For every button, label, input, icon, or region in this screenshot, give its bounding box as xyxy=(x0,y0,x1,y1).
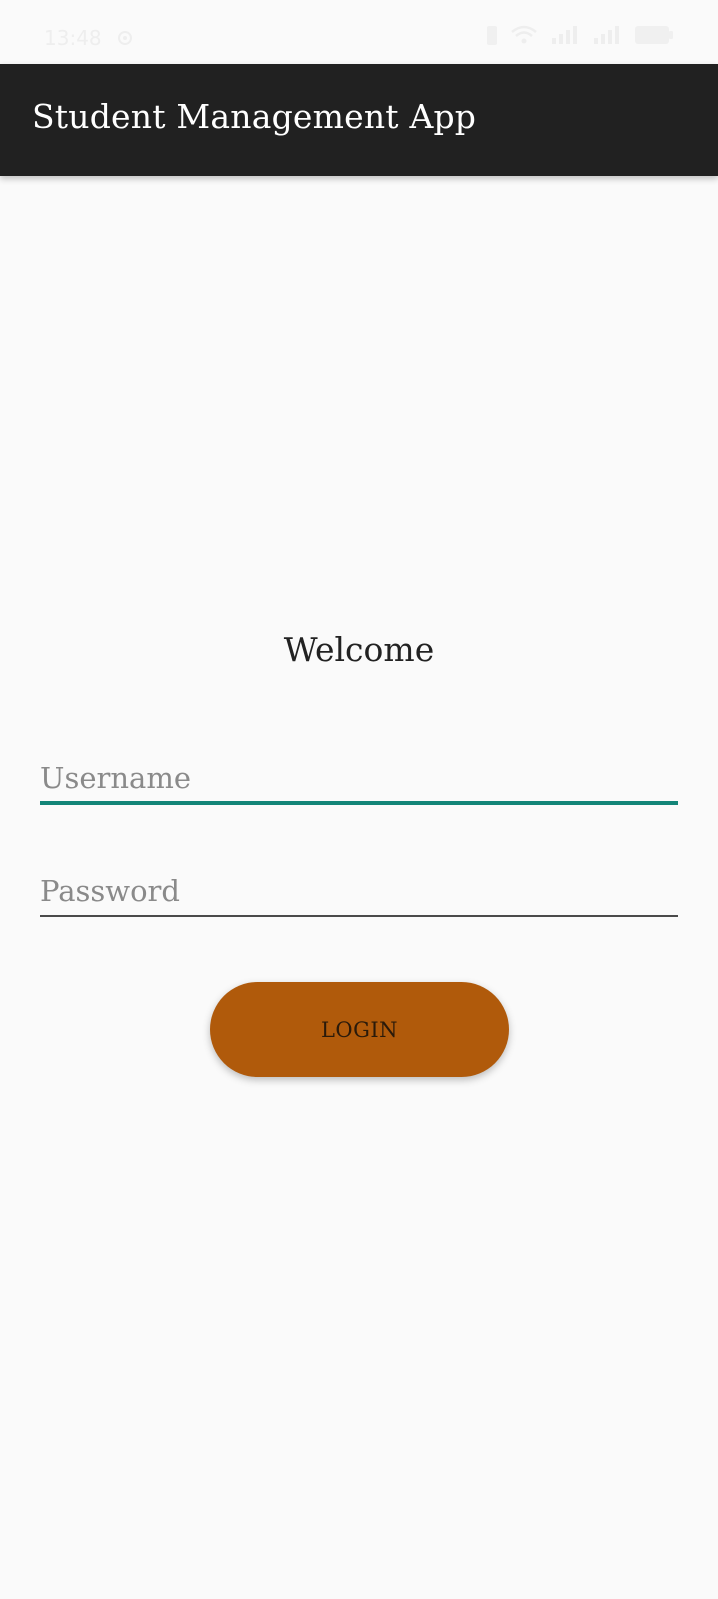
password-field[interactable] xyxy=(40,873,678,917)
app-title: Student Management App xyxy=(32,97,477,136)
status-right xyxy=(486,24,674,46)
wifi-icon xyxy=(510,24,538,46)
battery-icon xyxy=(634,24,674,46)
battery-saver-icon xyxy=(486,24,498,46)
username-field[interactable] xyxy=(40,760,678,805)
welcome-heading: Welcome xyxy=(283,630,435,669)
status-left: 13:48 xyxy=(44,26,134,50)
settings-icon xyxy=(116,29,134,47)
status-time: 13:48 xyxy=(44,26,102,50)
signal-icon xyxy=(550,24,580,46)
status-bar: 13:48 xyxy=(0,0,718,64)
signal-icon xyxy=(592,24,622,46)
login-button[interactable]: LOGIN xyxy=(210,982,509,1077)
app-bar: Student Management App xyxy=(0,64,718,176)
